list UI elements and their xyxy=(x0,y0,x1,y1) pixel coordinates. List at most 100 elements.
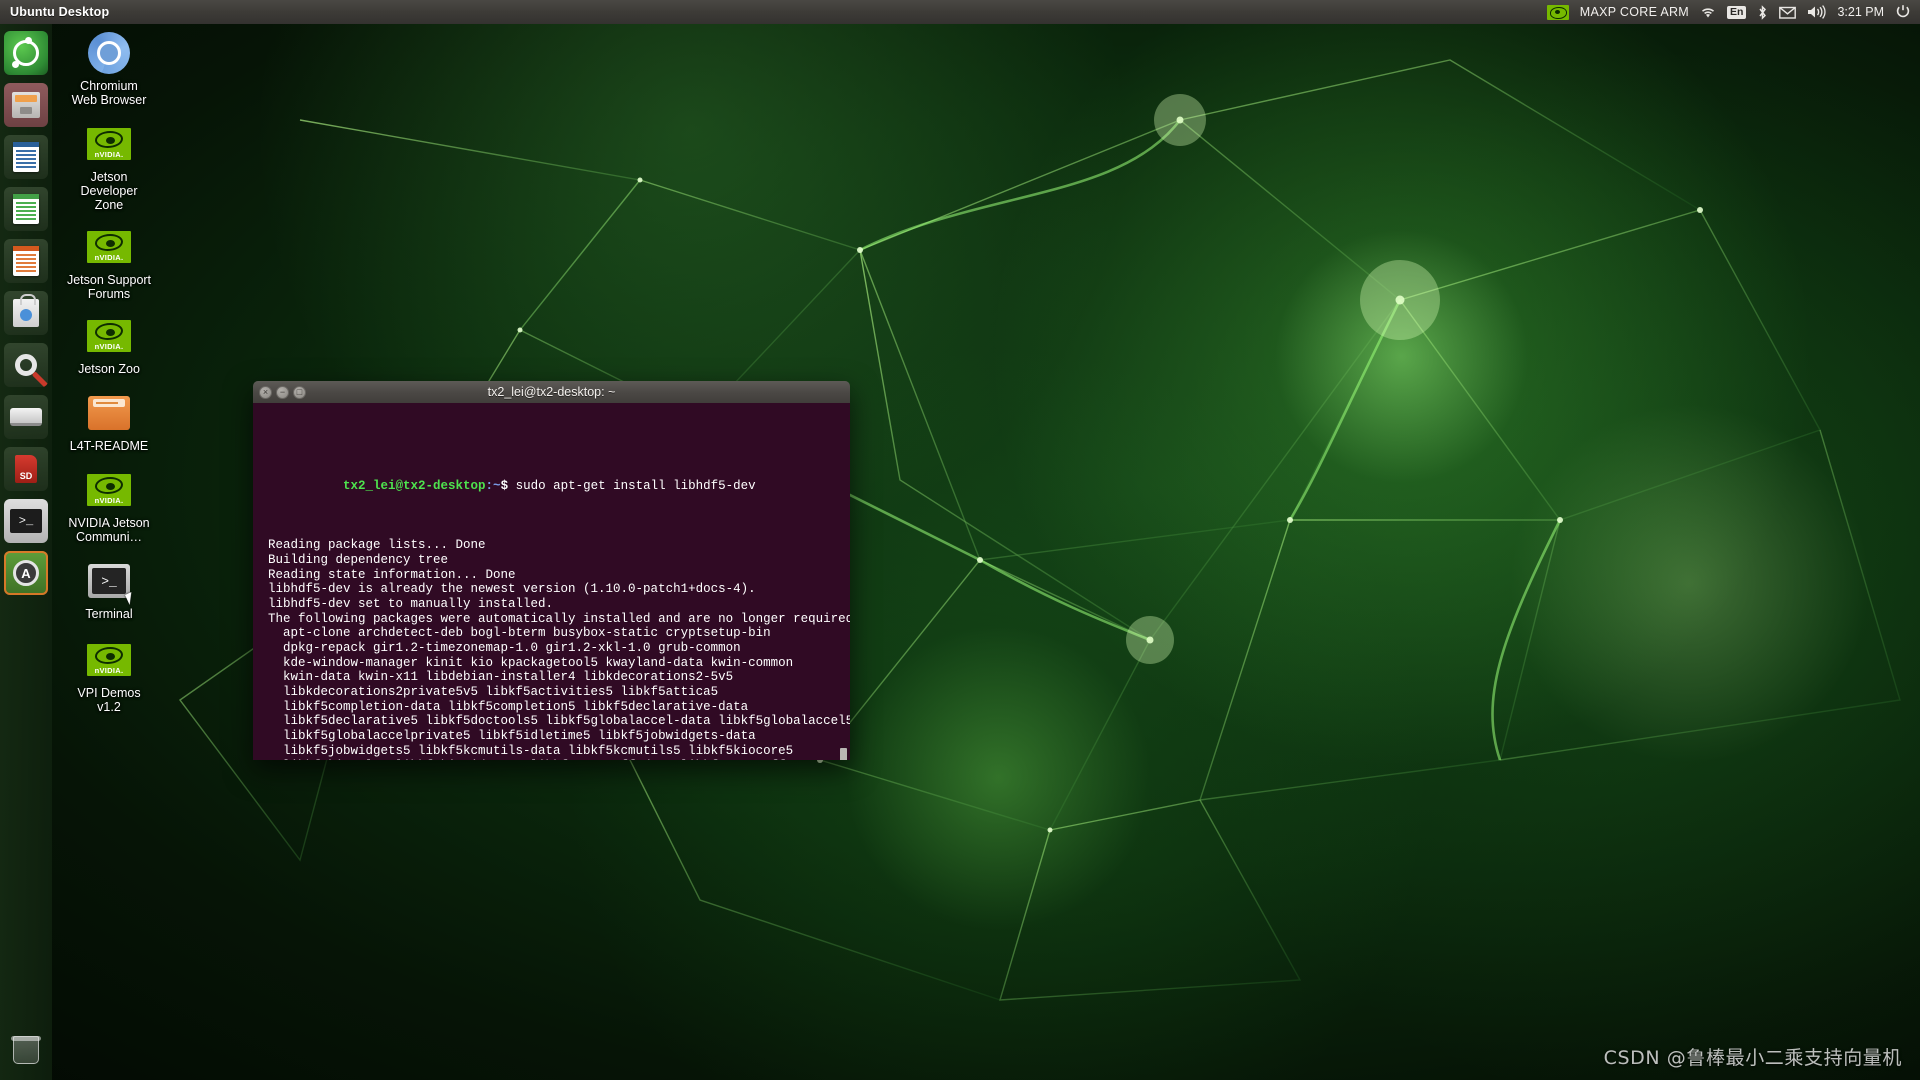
chromium-icon xyxy=(86,30,132,76)
nvidia-wordmark: nVIDIA. xyxy=(94,150,124,159)
top-panel: Ubuntu Desktop MAXP CORE ARM En 3:21 PM xyxy=(0,0,1920,24)
file-cabinet-icon xyxy=(12,92,40,118)
system-tray: MAXP CORE ARM En 3:21 PM xyxy=(1546,4,1920,20)
page-title: Ubuntu Desktop xyxy=(10,5,110,19)
terminal-output-line: libkf5globalaccelprivate5 libkf5idletime… xyxy=(268,729,756,744)
nvidia-icon: nVIDIA. xyxy=(86,224,132,270)
launcher-item-dash-home[interactable] xyxy=(4,31,48,75)
software-bag-icon xyxy=(13,294,39,327)
launcher-item-system-settings[interactable] xyxy=(4,343,48,387)
hard-disk-icon xyxy=(10,408,42,426)
spreadsheet-icon xyxy=(13,194,39,224)
terminal-output-line: libkf5kiontlm5 libkf5kiowidgets5 libkf5n… xyxy=(268,759,850,761)
window-controls: × − □ xyxy=(259,385,306,399)
terminal-output-line: kde-window-manager kinit kio kpackagetoo… xyxy=(268,655,794,670)
sd-card-icon: SD xyxy=(15,455,37,483)
nvidia-icon: nVIDIA. xyxy=(86,637,132,683)
launcher-item-ubuntu-software[interactable] xyxy=(4,291,48,335)
launcher-item-disk-drive[interactable] xyxy=(4,395,48,439)
envelope-icon[interactable] xyxy=(1779,6,1797,19)
desktop: Ubuntu Desktop MAXP CORE ARM En 3:21 PM … xyxy=(0,0,1920,1080)
launcher-item-sd-card[interactable]: SD xyxy=(4,447,48,491)
desktop-icon-grid: Chromium Web Browser nVIDIA. Jetson Deve… xyxy=(66,30,152,722)
terminal-output-line: dpkg-repack gir1.2-timezonemap-1.0 gir1.… xyxy=(268,641,741,655)
nvidia-wordmark: nVIDIA. xyxy=(94,496,124,505)
wifi-icon[interactable] xyxy=(1700,6,1716,19)
launcher-item-libreoffice-writer[interactable] xyxy=(4,135,48,179)
nvidia-wordmark: nVIDIA. xyxy=(94,253,124,262)
nvidia-eye-icon[interactable] xyxy=(1546,4,1569,20)
maximize-icon[interactable]: □ xyxy=(293,385,306,399)
nvidia-icon: nVIDIA. xyxy=(86,313,132,359)
terminal-body[interactable]: tx2_lei@tx2-desktop:~$ sudo apt-get inst… xyxy=(253,403,850,760)
launcher-item-terminal[interactable]: >_ xyxy=(4,499,48,543)
launcher-item-libreoffice-impress[interactable] xyxy=(4,239,48,283)
desktop-icon-label: Terminal xyxy=(85,607,133,621)
terminal-icon: >_ xyxy=(86,558,136,605)
presentation-icon xyxy=(13,246,39,276)
desktop-icon-terminal[interactable]: >_ Terminal xyxy=(66,558,152,621)
power-gear-icon[interactable] xyxy=(1895,4,1911,20)
update-manager-icon: A xyxy=(13,560,39,586)
desktop-icon-label: Jetson Support Forums xyxy=(66,273,152,301)
terminal-output-line: The following packages were automaticall… xyxy=(268,611,850,626)
launcher-item-trash[interactable] xyxy=(4,1028,48,1072)
terminal-output-line: libkf5completion-data libkf5completion5 … xyxy=(268,699,749,714)
unity-launcher: SD >_ A xyxy=(0,24,52,1080)
volume-icon[interactable] xyxy=(1807,5,1827,19)
terminal-output-line: Building dependency tree xyxy=(268,552,449,567)
folder-icon xyxy=(86,390,132,436)
prompt-user-host: tx2_lei@tx2-desktop xyxy=(343,479,486,494)
terminal-output-line: Reading package lists... Done xyxy=(268,538,486,553)
desktop-icon-nvidia-jetson-community[interactable]: nVIDIA. NVIDIA Jetson Communi… xyxy=(66,467,152,544)
terminal-window[interactable]: × − □ tx2_lei@tx2-desktop: ~ tx2_lei@tx2… xyxy=(253,381,850,760)
terminal-output-line: libkdecorations2private5v5 libkf5activit… xyxy=(268,685,719,700)
watermark: CSDN @鲁棒最小二乘支持向量机 xyxy=(1603,1047,1902,1069)
terminal-output-line: apt-clone archdetect-deb bogl-bterm busy… xyxy=(268,626,771,641)
launcher-item-files[interactable] xyxy=(4,83,48,127)
launcher-item-software-updater[interactable]: A xyxy=(4,551,48,595)
terminal-output-line: libkf5declarative5 libkf5doctools5 libkf… xyxy=(268,714,850,729)
desktop-icon-chromium-web-browser[interactable]: Chromium Web Browser xyxy=(66,30,152,107)
desktop-icon-jetson-developer-zone[interactable]: nVIDIA. Jetson Developer Zone xyxy=(66,121,152,212)
desktop-icon-label: Jetson Developer Zone xyxy=(80,170,138,212)
desktop-icon-label: Jetson Zoo xyxy=(78,362,140,376)
nvidia-icon: nVIDIA. xyxy=(86,467,132,513)
mouse-cursor-icon xyxy=(125,592,136,605)
keyboard-layout-label: En xyxy=(1727,5,1747,19)
nvidia-wordmark: nVIDIA. xyxy=(94,666,124,675)
terminal-scrollbar[interactable] xyxy=(839,403,848,760)
terminal-output-lines: Reading package lists... Done Building de… xyxy=(268,538,850,760)
terminal-prompt-line: tx2_lei@tx2-desktop:~$ sudo apt-get inst… xyxy=(268,465,850,509)
nvidia-wordmark: nVIDIA. xyxy=(94,342,124,351)
desktop-icon-label: L4T-README xyxy=(69,439,149,453)
bluetooth-icon[interactable] xyxy=(1757,4,1768,20)
terminal-output-line: libhdf5-dev set to manually installed. xyxy=(268,596,554,611)
terminal-output-line: libhdf5-dev is already the newest versio… xyxy=(268,582,756,597)
terminal-titlebar[interactable]: × − □ tx2_lei@tx2-desktop: ~ xyxy=(253,381,850,403)
desktop-icon-label: Chromium Web Browser xyxy=(71,79,147,107)
desktop-icon-vpi-demos[interactable]: nVIDIA. VPI Demos v1.2 xyxy=(66,637,152,714)
prompt-symbol: $ xyxy=(500,479,516,494)
clock[interactable]: 3:21 PM xyxy=(1837,5,1884,19)
gear-wrench-icon xyxy=(15,354,48,387)
terminal-title: tx2_lei@tx2-desktop: ~ xyxy=(487,385,616,399)
terminal-glyph: >_ xyxy=(92,568,126,594)
desktop-icon-l4t-readme[interactable]: L4T-README xyxy=(66,390,152,453)
terminal-output-line: Reading state information... Done xyxy=(268,567,516,582)
document-icon xyxy=(13,142,39,172)
desktop-icon-jetson-support-forums[interactable]: nVIDIA. Jetson Support Forums xyxy=(66,224,152,301)
launcher-item-libreoffice-calc[interactable] xyxy=(4,187,48,231)
minimize-icon[interactable]: − xyxy=(276,385,289,399)
close-icon[interactable]: × xyxy=(259,385,272,399)
desktop-icon-jetson-zoo[interactable]: nVIDIA. Jetson Zoo xyxy=(66,313,152,376)
desktop-icon-label: VPI Demos v1.2 xyxy=(77,686,141,714)
prompt-path: :~ xyxy=(485,479,501,494)
nvidia-icon: nVIDIA. xyxy=(86,121,132,167)
terminal-output-line: libkf5jobwidgets5 libkf5kcmutils-data li… xyxy=(268,743,794,758)
terminal-command: sudo apt-get install libhdf5-dev xyxy=(515,479,756,494)
ubuntu-logo-icon xyxy=(12,37,39,68)
terminal-scrollbar-thumb[interactable] xyxy=(840,748,847,760)
keyboard-layout-indicator[interactable]: En xyxy=(1727,5,1747,19)
tray-label[interactable]: MAXP CORE ARM xyxy=(1580,5,1689,19)
